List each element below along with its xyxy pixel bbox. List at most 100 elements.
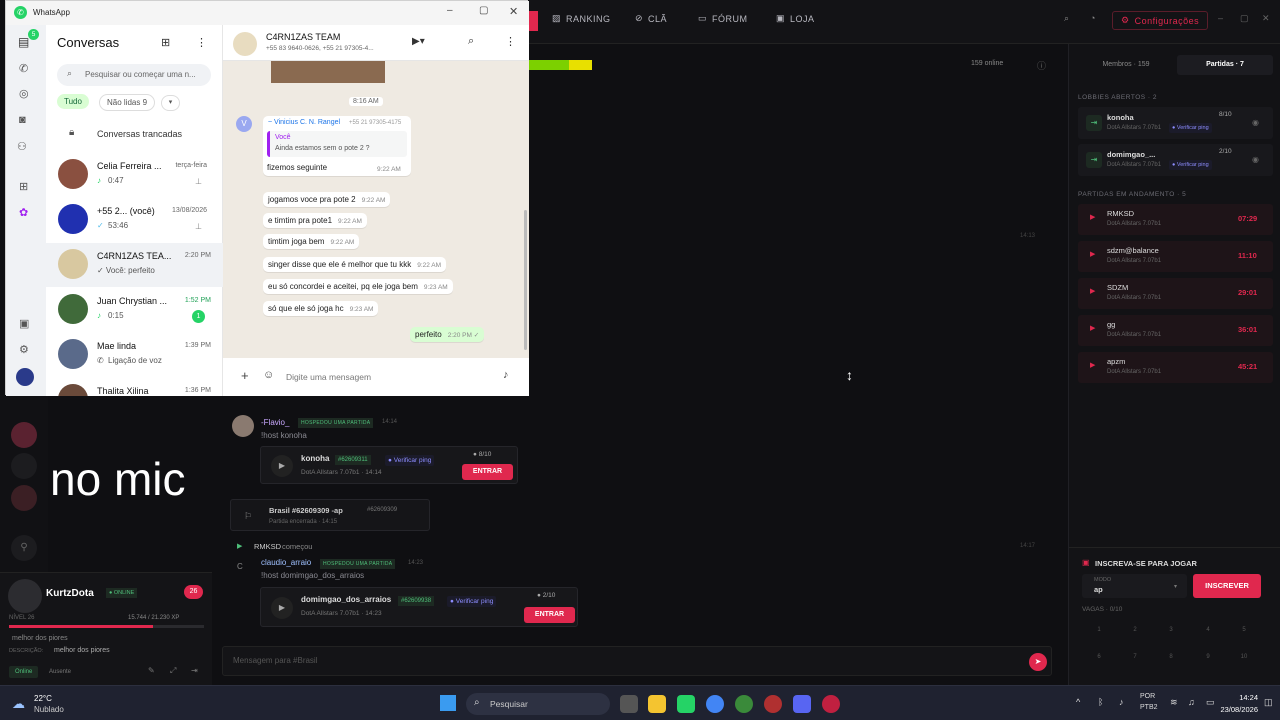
- minimize-icon[interactable]: –: [447, 5, 453, 16]
- edit-icon[interactable]: ✎: [148, 666, 155, 675]
- channels-icon[interactable]: ◙: [19, 114, 26, 126]
- phone-icon[interactable]: ✆: [19, 62, 28, 75]
- away-button[interactable]: Ausente: [45, 666, 75, 678]
- lobby-item[interactable]: ⇥ domimgao_... DotA Allstars 7.07b1 2/10…: [1078, 144, 1273, 176]
- list-item[interactable]: Juan Chrystian ... 1:52 PM 0:15 ♪ 1: [46, 288, 223, 332]
- notification-count[interactable]: 26: [184, 585, 203, 599]
- verify-ping-button[interactable]: ● Verificar ping: [447, 596, 497, 607]
- list-item[interactable]: +55 2... (você) 13/08/2026 53:46 ✓ ⊥: [46, 198, 223, 242]
- menu-icon[interactable]: ⋮: [505, 35, 516, 48]
- match-item[interactable]: ▶ RMKSD DotA Allstars 7.07b1 07:29: [1078, 204, 1273, 235]
- nav-ranking[interactable]: ▨ RANKING: [552, 13, 611, 24]
- gear-icon[interactable]: ⚙: [19, 343, 29, 356]
- sender-name[interactable]: ~ Vinicius C. N. Rangel: [268, 119, 340, 126]
- play-icon[interactable]: ▶: [271, 597, 293, 619]
- quoted-message[interactable]: Você Ainda estamos sem o pote 2 ?: [267, 131, 407, 157]
- message-username[interactable]: -Flavio_: [261, 418, 289, 427]
- server-avatar[interactable]: [11, 422, 37, 448]
- eye-icon[interactable]: ◉: [1252, 155, 1259, 164]
- game-launcher-icon[interactable]: [822, 695, 840, 713]
- avatar[interactable]: [16, 368, 34, 386]
- chat-title[interactable]: C4RN1ZAS TEAM: [266, 32, 340, 42]
- info-icon[interactable]: ⓘ: [1037, 59, 1046, 72]
- search-icon[interactable]: ⌕: [1064, 13, 1070, 24]
- taskbar-search-input[interactable]: Pesquisar: [490, 699, 528, 709]
- minimize-icon[interactable]: –: [1218, 13, 1224, 23]
- search-input[interactable]: Pesquisar ou começar uma n...: [85, 70, 196, 79]
- scrollbar[interactable]: [524, 210, 527, 350]
- mode-select[interactable]: MODO ap ▾: [1082, 574, 1187, 598]
- task-view-icon[interactable]: [620, 695, 638, 713]
- message-input[interactable]: Digite uma mensagem: [286, 372, 371, 382]
- expand-icon[interactable]: ⤢: [170, 666, 176, 676]
- bluetooth-icon[interactable]: ᛒ: [1098, 697, 1103, 707]
- search-icon[interactable]: ⌕: [468, 35, 474, 48]
- taskbar-search[interactable]: ⌕ Pesquisar: [466, 693, 610, 715]
- archive-icon[interactable]: ⊞: [19, 180, 28, 193]
- chrome-icon[interactable]: [706, 695, 724, 713]
- message-username[interactable]: claudio_arraio: [261, 558, 311, 567]
- verify-ping-button[interactable]: ● Verificar ping: [1169, 160, 1212, 170]
- globe-icon[interactable]: [735, 695, 753, 713]
- chevron-up-icon[interactable]: ^: [1076, 697, 1080, 707]
- menu-icon[interactable]: ⋮: [196, 36, 207, 49]
- maximize-icon[interactable]: ▢: [1240, 13, 1249, 24]
- list-item[interactable]: Mae linda 1:39 PM Ligação de voz ✆: [46, 333, 223, 377]
- verify-ping-button[interactable]: ● Verificar ping: [385, 455, 435, 466]
- filter-all[interactable]: Tudo: [57, 94, 89, 109]
- close-icon[interactable]: ✕: [509, 5, 518, 18]
- avatar[interactable]: [233, 32, 257, 56]
- tab-members[interactable]: Membros · 159: [1078, 55, 1174, 75]
- send-icon[interactable]: ➤: [1029, 653, 1047, 671]
- wifi-icon[interactable]: ≋: [1170, 697, 1178, 708]
- status-icon[interactable]: ◎: [19, 87, 29, 100]
- attach-plus-icon[interactable]: +: [241, 368, 249, 383]
- mic-icon[interactable]: ♪: [503, 369, 509, 381]
- maximize-icon[interactable]: ▢: [479, 5, 488, 16]
- emoji-icon[interactable]: ☺: [263, 369, 274, 381]
- mic-icon[interactable]: ♪: [1119, 697, 1124, 707]
- app-icon[interactable]: [764, 695, 782, 713]
- chat-input[interactable]: Mensagem para #Brasil: [233, 656, 317, 665]
- weather-temp[interactable]: 22°C: [34, 694, 52, 703]
- volume-icon[interactable]: ♫: [1188, 697, 1195, 707]
- clock-time[interactable]: 14:24: [1222, 693, 1258, 702]
- communities-icon[interactable]: ⚇: [17, 140, 27, 153]
- logout-icon[interactable]: ⇥: [191, 666, 198, 675]
- config-button[interactable]: ⚙ Configurações: [1112, 11, 1209, 30]
- video-call-icon[interactable]: ▶▾: [412, 36, 425, 47]
- new-chat-icon[interactable]: ⊞: [161, 36, 170, 49]
- match-item[interactable]: ▶ gg DotA Allstars 7.07b1 36:01: [1078, 315, 1273, 346]
- close-icon[interactable]: ✕: [1262, 13, 1270, 24]
- online-button[interactable]: Online: [9, 666, 39, 678]
- tab-matches[interactable]: Partidas · 7: [1177, 55, 1273, 75]
- meta-ai-icon[interactable]: ✿: [19, 206, 28, 219]
- notifications-icon[interactable]: ◫: [1264, 697, 1273, 708]
- bell-icon[interactable]: ◔: [1090, 13, 1096, 23]
- add-person-icon[interactable]: ⚲: [11, 535, 37, 561]
- match-item[interactable]: ▶ SDZM DotA Allstars 7.07b1 29:01: [1078, 278, 1273, 309]
- server-avatar[interactable]: [11, 453, 37, 479]
- play-icon[interactable]: ▶: [271, 455, 293, 477]
- eye-icon[interactable]: ◉: [1252, 118, 1259, 127]
- image-thumbnail[interactable]: [271, 61, 385, 83]
- enter-button[interactable]: ENTRAR: [462, 464, 513, 480]
- nav-loja[interactable]: ▣ LOJA: [776, 13, 815, 24]
- verify-ping-button[interactable]: ● Verificar ping: [1169, 123, 1212, 133]
- nav-forum[interactable]: ▭ FÓRUM: [698, 13, 748, 24]
- media-icon[interactable]: ▣: [19, 317, 29, 330]
- match-item[interactable]: ▶ apzm DotA Allstars 7.07b1 45:21: [1078, 352, 1273, 383]
- search-box[interactable]: ⌕ Pesquisar ou começar uma n...: [57, 64, 211, 86]
- match-item[interactable]: ▶ sdzm@balance DotA Allstars 7.07b1 11:1…: [1078, 241, 1273, 272]
- signup-button[interactable]: INSCREVER: [1193, 574, 1261, 598]
- windows-start-icon[interactable]: [440, 695, 456, 711]
- chevron-down-icon[interactable]: ▾: [161, 95, 180, 111]
- chat-input-box[interactable]: Mensagem para #Brasil ➤: [222, 646, 1052, 676]
- filter-unread[interactable]: Não lidas 9: [99, 94, 156, 111]
- server-avatar[interactable]: [11, 485, 37, 511]
- language-top[interactable]: POR: [1140, 693, 1155, 700]
- discord-icon[interactable]: [793, 695, 811, 713]
- folder-icon[interactable]: [648, 695, 666, 713]
- enter-button[interactable]: ENTRAR: [524, 607, 575, 623]
- lobby-item[interactable]: ⇥ konoha DotA Allstars 7.07b1 8/10 ● Ver…: [1078, 107, 1273, 139]
